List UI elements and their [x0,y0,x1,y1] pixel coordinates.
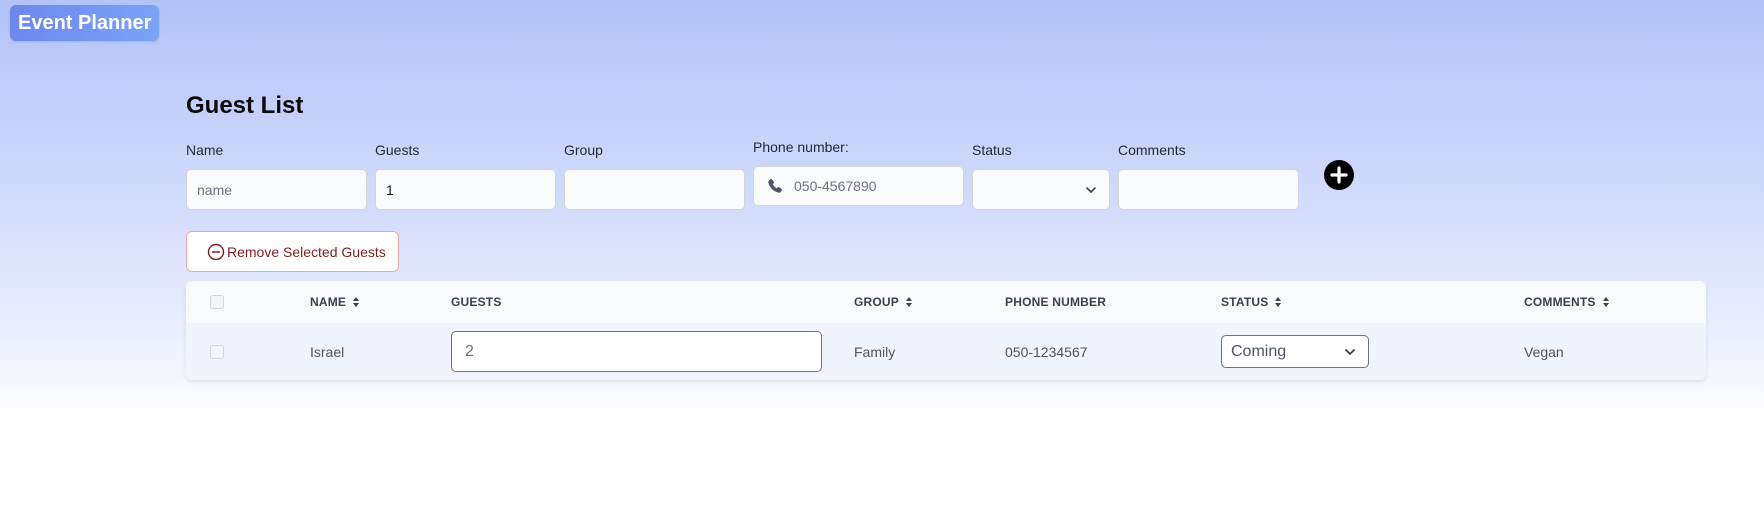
select-all-checkbox[interactable] [210,295,224,309]
comments-label: Comments [1118,142,1186,158]
name-label: Name [186,142,224,158]
plus-circle-icon [1330,166,1348,184]
guest-comments: Vegan [1524,344,1564,360]
phone-field [753,166,964,206]
table-header: NAME GUESTS GROUP PHONE NUMBER STATUS CO… [186,281,1706,323]
column-header-name[interactable]: NAME [310,295,360,309]
chevron-down-icon [1086,187,1096,193]
guest-status-select[interactable]: Coming [1221,335,1369,368]
column-header-status[interactable]: STATUS [1221,295,1282,309]
sort-icon [906,297,913,307]
chevron-down-icon [1345,349,1355,355]
phone-input[interactable] [753,166,964,206]
guest-name: Israel [310,344,345,360]
group-input[interactable] [564,169,745,210]
page-title: Guest List [186,92,304,119]
guest-count-input[interactable]: 2 [451,331,822,372]
guest-group: Family [854,344,896,360]
name-input[interactable] [186,169,367,210]
comments-input[interactable] [1118,169,1299,210]
guest-phone: 050-1234567 [1005,344,1088,360]
sort-icon [1602,297,1609,307]
status-label: Status [972,142,1012,158]
phone-icon [768,178,783,193]
remove-selected-label: Remove Selected Guests [227,243,386,260]
guests-input[interactable] [375,169,556,210]
row-select-checkbox[interactable] [210,345,224,359]
group-label: Group [564,142,603,158]
status-select[interactable] [972,169,1110,210]
guest-status-value: Coming [1231,343,1287,360]
add-guest-button[interactable] [1324,160,1354,190]
column-header-guests: GUESTS [451,295,502,309]
guest-table: NAME GUESTS GROUP PHONE NUMBER STATUS CO… [186,281,1706,380]
column-header-group[interactable]: GROUP [854,295,913,309]
remove-selected-guests-button[interactable]: Remove Selected Guests [186,231,399,272]
column-header-phone: PHONE NUMBER [1005,295,1107,309]
minus-circle-icon [207,243,225,260]
sort-icon [1275,297,1282,307]
sort-icon [353,297,360,307]
guests-label: Guests [375,142,420,158]
phone-label: Phone number: [753,139,849,155]
app-title[interactable]: Event Planner [10,5,160,41]
column-header-comments[interactable]: COMMENTS [1524,295,1610,309]
